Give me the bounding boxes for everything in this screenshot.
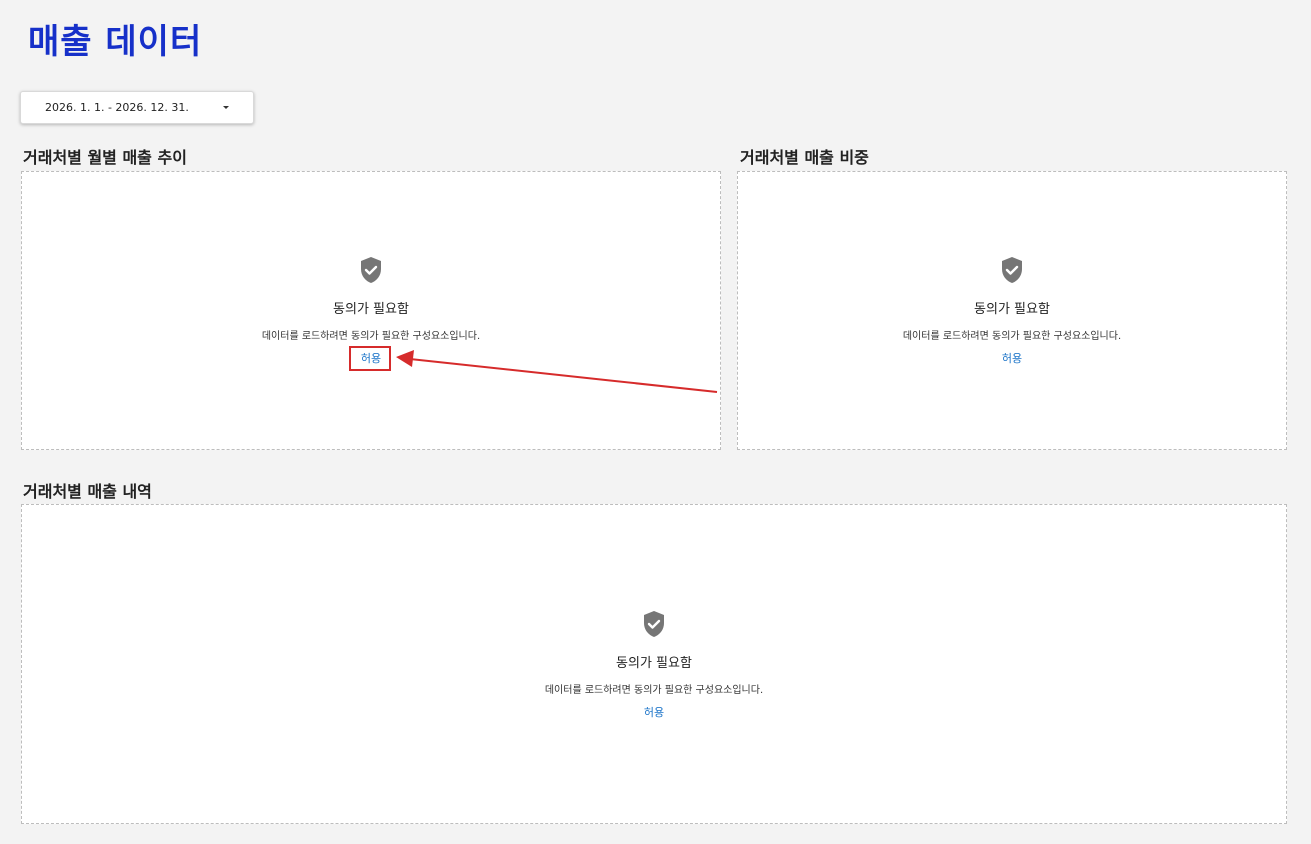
section-title-sales-share: 거래처별 매출 비중: [740, 148, 869, 167]
monthly-trend-panel: 동의가 필요함 데이터를 로드하려면 동의가 필요한 구성요소입니다. 허용: [21, 171, 721, 450]
consent-description: 데이터를 로드하려면 동의가 필요한 구성요소입니다.: [902, 331, 1122, 342]
caret-down-icon: [223, 106, 229, 109]
consent-description: 데이터를 로드하려면 동의가 필요한 구성요소입니다.: [544, 685, 764, 696]
shield-check-icon: [644, 611, 664, 637]
consent-placeholder: 동의가 필요함 데이터를 로드하려면 동의가 필요한 구성요소입니다. 허용: [22, 610, 1286, 722]
sales-details-panel: 동의가 필요함 데이터를 로드하려면 동의가 필요한 구성요소입니다. 허용: [21, 504, 1287, 824]
annotation-highlight-box: [349, 346, 391, 371]
sales-share-panel: 동의가 필요함 데이터를 로드하려면 동의가 필요한 구성요소입니다. 허용: [737, 171, 1287, 450]
consent-placeholder: 동의가 필요함 데이터를 로드하려면 동의가 필요한 구성요소입니다. 허용: [738, 256, 1286, 368]
shield-check-icon: [361, 257, 381, 283]
section-title-sales-details: 거래처별 매출 내역: [23, 482, 152, 501]
date-range-value: 2026. 1. 1. - 2026. 12. 31.: [45, 101, 189, 114]
consent-description: 데이터를 로드하려면 동의가 필요한 구성요소입니다.: [261, 331, 481, 342]
consent-title: 동의가 필요함: [333, 302, 409, 317]
date-range-picker[interactable]: 2026. 1. 1. - 2026. 12. 31.: [20, 91, 254, 124]
consent-title: 동의가 필요함: [616, 656, 692, 671]
consent-title: 동의가 필요함: [974, 302, 1050, 317]
section-title-monthly-trend: 거래처별 월별 매출 추이: [23, 148, 187, 167]
allow-link[interactable]: 허용: [992, 348, 1032, 368]
shield-check-icon: [1002, 257, 1022, 283]
allow-link[interactable]: 허용: [634, 702, 674, 722]
page-title: 매출 데이터: [28, 22, 203, 62]
